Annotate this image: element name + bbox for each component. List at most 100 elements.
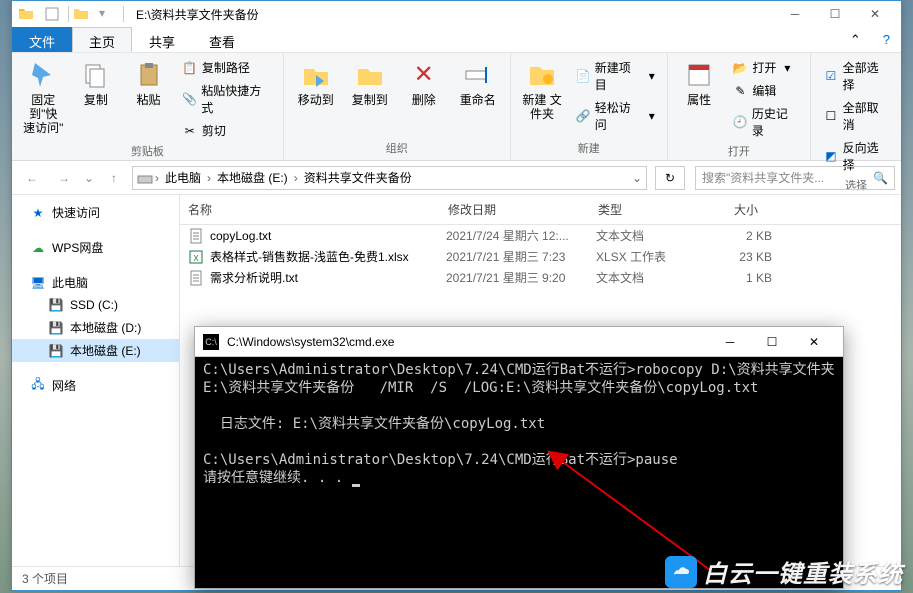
file-size: 2 KB — [712, 229, 772, 243]
breadcrumb-segment[interactable]: 此电脑 — [161, 167, 205, 188]
window-title: E:\资料共享文件夹备份 — [136, 6, 259, 23]
search-placeholder: 搜索"资料共享文件夹... — [702, 169, 824, 186]
cmd-maximize-button[interactable]: ☐ — [751, 327, 793, 357]
delete-button[interactable]: ✕删除 — [400, 57, 448, 109]
ribbon-collapse[interactable]: ⌃ — [839, 27, 872, 52]
group-new: 新建 文件夹 📄新建项目▾ 🔗轻松访问▾ 新建 — [511, 53, 668, 160]
breadcrumb-segment[interactable]: 资料共享文件夹备份 — [300, 167, 416, 188]
file-row[interactable]: X 表格样式-销售数据-浅蓝色-免费1.xlsx2021/7/21 星期三 7:2… — [180, 246, 901, 267]
cmd-title: C:\Windows\system32\cmd.exe — [227, 335, 709, 349]
file-row[interactable]: copyLog.txt2021/7/24 星期六 12:...文本文档2 KB — [180, 225, 901, 246]
chevron-right-icon[interactable]: › — [205, 171, 213, 185]
file-date: 2021/7/24 星期六 12:... — [446, 227, 596, 244]
copy-to-button[interactable]: 复制到 — [346, 57, 394, 109]
search-input[interactable]: 搜索"资料共享文件夹... 🔍 — [695, 166, 895, 190]
open-button[interactable]: 📂打开▾ — [728, 57, 802, 78]
nav-drive-c[interactable]: 💾SSD (C:) — [12, 294, 179, 316]
group-label: 打开 — [728, 143, 750, 159]
file-size: 23 KB — [712, 250, 772, 264]
nav-wps[interactable]: ☁WPS网盘 — [12, 236, 179, 259]
maximize-button[interactable]: ☐ — [815, 1, 855, 27]
file-icon — [188, 270, 204, 286]
file-date: 2021/7/21 星期三 7:23 — [446, 248, 596, 265]
nav-network[interactable]: 🖧网络 — [12, 374, 179, 397]
paste-shortcut-button[interactable]: 📎粘贴快捷方式 — [178, 80, 275, 118]
column-type[interactable]: 类型 — [590, 195, 706, 224]
select-all-button[interactable]: ☑全部选择 — [819, 57, 893, 95]
address-dropdown[interactable]: ⌄ — [632, 171, 642, 185]
file-date: 2021/7/21 星期三 9:20 — [446, 269, 596, 286]
properties-button[interactable]: 属性 — [676, 57, 723, 109]
nav-this-pc[interactable]: 🖥此电脑 — [12, 271, 179, 294]
qat-dropdown-icon[interactable]: ▾ — [99, 6, 115, 22]
cmd-title-bar: C:\ C:\Windows\system32\cmd.exe ─ ☐ ✕ — [195, 327, 843, 357]
edit-button[interactable]: ✎编辑 — [728, 80, 802, 101]
refresh-button[interactable]: ↻ — [655, 166, 685, 190]
tab-share[interactable]: 共享 — [132, 27, 192, 52]
file-icon — [188, 228, 204, 244]
address-bar[interactable]: › 此电脑 › 本地磁盘 (E:) › 资料共享文件夹备份 ⌄ — [132, 166, 647, 190]
file-name: copyLog.txt — [210, 229, 446, 243]
column-header: 名称 修改日期 类型 大小 — [180, 195, 901, 225]
tab-home[interactable]: 主页 — [72, 27, 132, 52]
up-button[interactable]: ↑ — [100, 166, 128, 190]
column-date[interactable]: 修改日期 — [440, 195, 590, 224]
chevron-right-icon[interactable]: › — [153, 171, 161, 185]
cmd-close-button[interactable]: ✕ — [793, 327, 835, 357]
forward-button[interactable]: → — [50, 166, 78, 190]
rename-button[interactable]: 重命名 — [454, 57, 502, 109]
group-select: ☑全部选择 ☐全部取消 ◩反向选择 选择 — [811, 53, 901, 160]
separator — [123, 6, 124, 22]
copy-path-button[interactable]: 📋复制路径 — [178, 57, 275, 78]
copy-button[interactable]: 复制 — [73, 57, 120, 109]
file-name: 表格样式-销售数据-浅蓝色-免费1.xlsx — [210, 248, 446, 265]
file-icon: X — [188, 249, 204, 265]
group-label: 剪贴板 — [131, 143, 164, 159]
paste-button[interactable]: 粘贴 — [125, 57, 172, 109]
minimize-button[interactable]: ─ — [775, 1, 815, 27]
qat-folder-icon[interactable] — [73, 6, 89, 22]
close-button[interactable]: ✕ — [855, 1, 895, 27]
help-button[interactable]: ? — [872, 27, 901, 52]
separator — [68, 6, 69, 22]
cmd-window: C:\ C:\Windows\system32\cmd.exe ─ ☐ ✕ C:… — [194, 326, 844, 589]
history-button[interactable]: 🕘历史记录 — [728, 103, 802, 141]
back-button[interactable]: ← — [18, 166, 46, 190]
nav-quick-access[interactable]: ★快速访问 — [12, 201, 179, 224]
chevron-right-icon[interactable]: › — [292, 171, 300, 185]
title-bar: ▾ E:\资料共享文件夹备份 ─ ☐ ✕ — [12, 1, 901, 27]
cut-button[interactable]: ✂剪切 — [178, 120, 275, 141]
recent-button[interactable]: ⌄ — [82, 166, 96, 190]
easy-access-button[interactable]: 🔗轻松访问▾ — [571, 97, 658, 135]
group-label: 组织 — [386, 140, 408, 156]
new-folder-button[interactable]: 新建 文件夹 — [519, 57, 566, 123]
cmd-minimize-button[interactable]: ─ — [709, 327, 751, 357]
select-none-button[interactable]: ☐全部取消 — [819, 97, 893, 135]
cmd-output[interactable]: C:\Users\Administrator\Desktop\7.24\CMD运… — [195, 357, 843, 491]
nav-drive-e[interactable]: 💾本地磁盘 (E:) — [12, 339, 179, 362]
nav-drive-d[interactable]: 💾本地磁盘 (D:) — [12, 316, 179, 339]
file-row[interactable]: 需求分析说明.txt2021/7/21 星期三 9:20文本文档1 KB — [180, 267, 901, 288]
ribbon: 固定到"快 速访问" 复制 粘贴 📋复制路径 📎粘贴快捷方式 ✂剪切 剪贴板 移… — [12, 53, 901, 161]
file-type: 文本文档 — [596, 227, 712, 244]
column-size[interactable]: 大小 — [706, 195, 766, 224]
group-label: 新建 — [578, 140, 600, 156]
move-to-button[interactable]: 移动到 — [292, 57, 340, 109]
folder-icon — [18, 6, 34, 22]
ribbon-tabs: 文件 主页 共享 查看 ⌃ ? — [12, 27, 901, 53]
breadcrumb-segment[interactable]: 本地磁盘 (E:) — [213, 167, 292, 188]
navigation-bar: ← → ⌄ ↑ › 此电脑 › 本地磁盘 (E:) › 资料共享文件夹备份 ⌄ … — [12, 161, 901, 195]
tab-file[interactable]: 文件 — [12, 27, 72, 52]
qat-properties-icon[interactable] — [44, 6, 60, 22]
group-organize: 移动到 复制到 ✕删除 重命名 组织 — [284, 53, 511, 160]
search-icon: 🔍 — [873, 171, 888, 185]
navigation-pane: ★快速访问 ☁WPS网盘 🖥此电脑 💾SSD (C:) 💾本地磁盘 (D:) 💾… — [12, 195, 180, 566]
pin-button[interactable]: 固定到"快 速访问" — [20, 57, 67, 137]
new-item-button[interactable]: 📄新建项目▾ — [571, 57, 658, 95]
group-open: 属性 📂打开▾ ✎编辑 🕘历史记录 打开 — [668, 53, 811, 160]
drive-icon — [137, 170, 153, 186]
tab-view[interactable]: 查看 — [192, 27, 252, 52]
file-size: 1 KB — [712, 271, 772, 285]
column-name[interactable]: 名称 — [180, 195, 440, 224]
cmd-icon: C:\ — [203, 334, 219, 350]
